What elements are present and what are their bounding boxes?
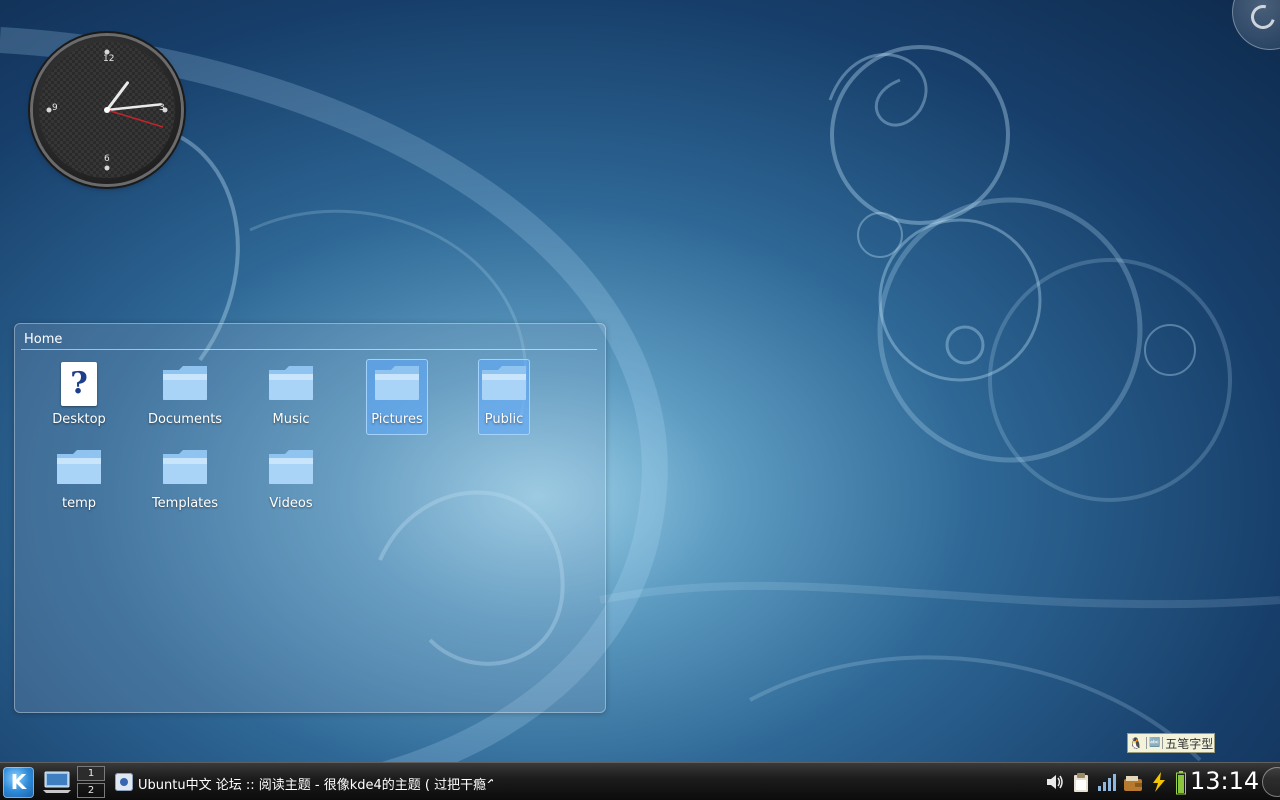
desktop-toolbox-button[interactable] [1232, 0, 1280, 50]
klipper-icon[interactable] [1070, 771, 1092, 793]
desktop-item-pictures[interactable]: Pictures [366, 359, 428, 435]
folder-icon [163, 366, 207, 400]
clock-numeral-12: 12 [103, 54, 115, 64]
ime-divider [1162, 737, 1164, 749]
desktop-item-documents[interactable]: Documents [147, 360, 223, 434]
desktop[interactable]: 12 3 6 9 Home ? Desktop Documents Music … [0, 0, 1280, 800]
desktop-item-templates[interactable]: Templates [147, 444, 223, 518]
folder-icon [269, 450, 313, 484]
clock-numeral-9: 9 [52, 103, 58, 113]
show-desktop-icon[interactable] [42, 770, 72, 794]
item-label: Desktop [52, 412, 106, 427]
pager-desktop-1[interactable]: 1 [77, 766, 105, 781]
desktop-item-desktop[interactable]: ? Desktop [41, 360, 117, 434]
battery-icon[interactable] [1176, 771, 1186, 795]
unknown-file-icon: ? [61, 362, 97, 406]
desktop-item-public[interactable]: Public [478, 359, 530, 435]
input-method-indicator[interactable]: 🐧 🔤 五笔字型 [1127, 733, 1215, 753]
folder-icon [269, 366, 313, 400]
ime-label: 五笔字型 [1165, 736, 1214, 751]
taskbar-panel: K 1 2 Ubuntu中文 论坛 :: 阅读主题 - 很像kde4的主题 ( … [0, 762, 1280, 800]
wallet-icon[interactable] [1122, 771, 1144, 793]
folder-view-widget[interactable]: Home ? Desktop Documents Music Pictures … [14, 323, 606, 713]
pager-desktop-2[interactable]: 2 [77, 783, 105, 798]
ime-mode-icon[interactable]: 🔤 [1149, 738, 1160, 748]
desktop-item-temp[interactable]: temp [41, 444, 117, 518]
folder-view-title: Home [24, 332, 63, 347]
desktop-item-videos[interactable]: Videos [253, 444, 329, 518]
item-label: temp [61, 496, 96, 511]
taskbar-task-browser[interactable]: Ubuntu中文 论坛 :: 阅读主题 - 很像kde4的主题 ( 过把干瘾^ [113, 769, 493, 795]
digital-clock[interactable]: 13:14 [1190, 767, 1259, 795]
power-icon[interactable] [1148, 771, 1170, 793]
desktop-item-music[interactable]: Music [253, 360, 329, 434]
item-label: Videos [269, 496, 313, 511]
folder-icon [375, 366, 419, 400]
application-launcher-button[interactable]: K [3, 767, 34, 798]
item-label: Documents [147, 412, 223, 427]
clock-numeral-6: 6 [104, 154, 110, 164]
folder-icon [482, 366, 526, 400]
folder-icon [57, 450, 101, 484]
analog-clock-widget[interactable]: 12 3 6 9 [33, 36, 181, 184]
item-label: Music [272, 412, 310, 427]
system-tray [1044, 771, 1186, 795]
item-label: Pictures [371, 412, 423, 427]
virtual-desktop-pager[interactable]: 1 2 [77, 766, 105, 799]
item-label: Public [484, 412, 524, 427]
network-signal-icon[interactable] [1096, 771, 1118, 793]
ime-divider [1146, 737, 1147, 749]
cashew-icon [1246, 0, 1280, 34]
browser-icon [115, 773, 133, 791]
task-label: Ubuntu中文 论坛 :: 阅读主题 - 很像kde4的主题 ( 过把干瘾^ [138, 778, 493, 793]
folder-icon [163, 450, 207, 484]
volume-icon[interactable] [1044, 771, 1066, 793]
clock-numeral-3: 3 [159, 103, 165, 113]
kde-logo-icon: K [10, 770, 27, 794]
item-label: Templates [151, 496, 219, 511]
penguin-icon: 🐧 [1129, 736, 1143, 750]
panel-toolbox-button[interactable] [1262, 767, 1280, 797]
folder-view-divider [21, 349, 597, 350]
